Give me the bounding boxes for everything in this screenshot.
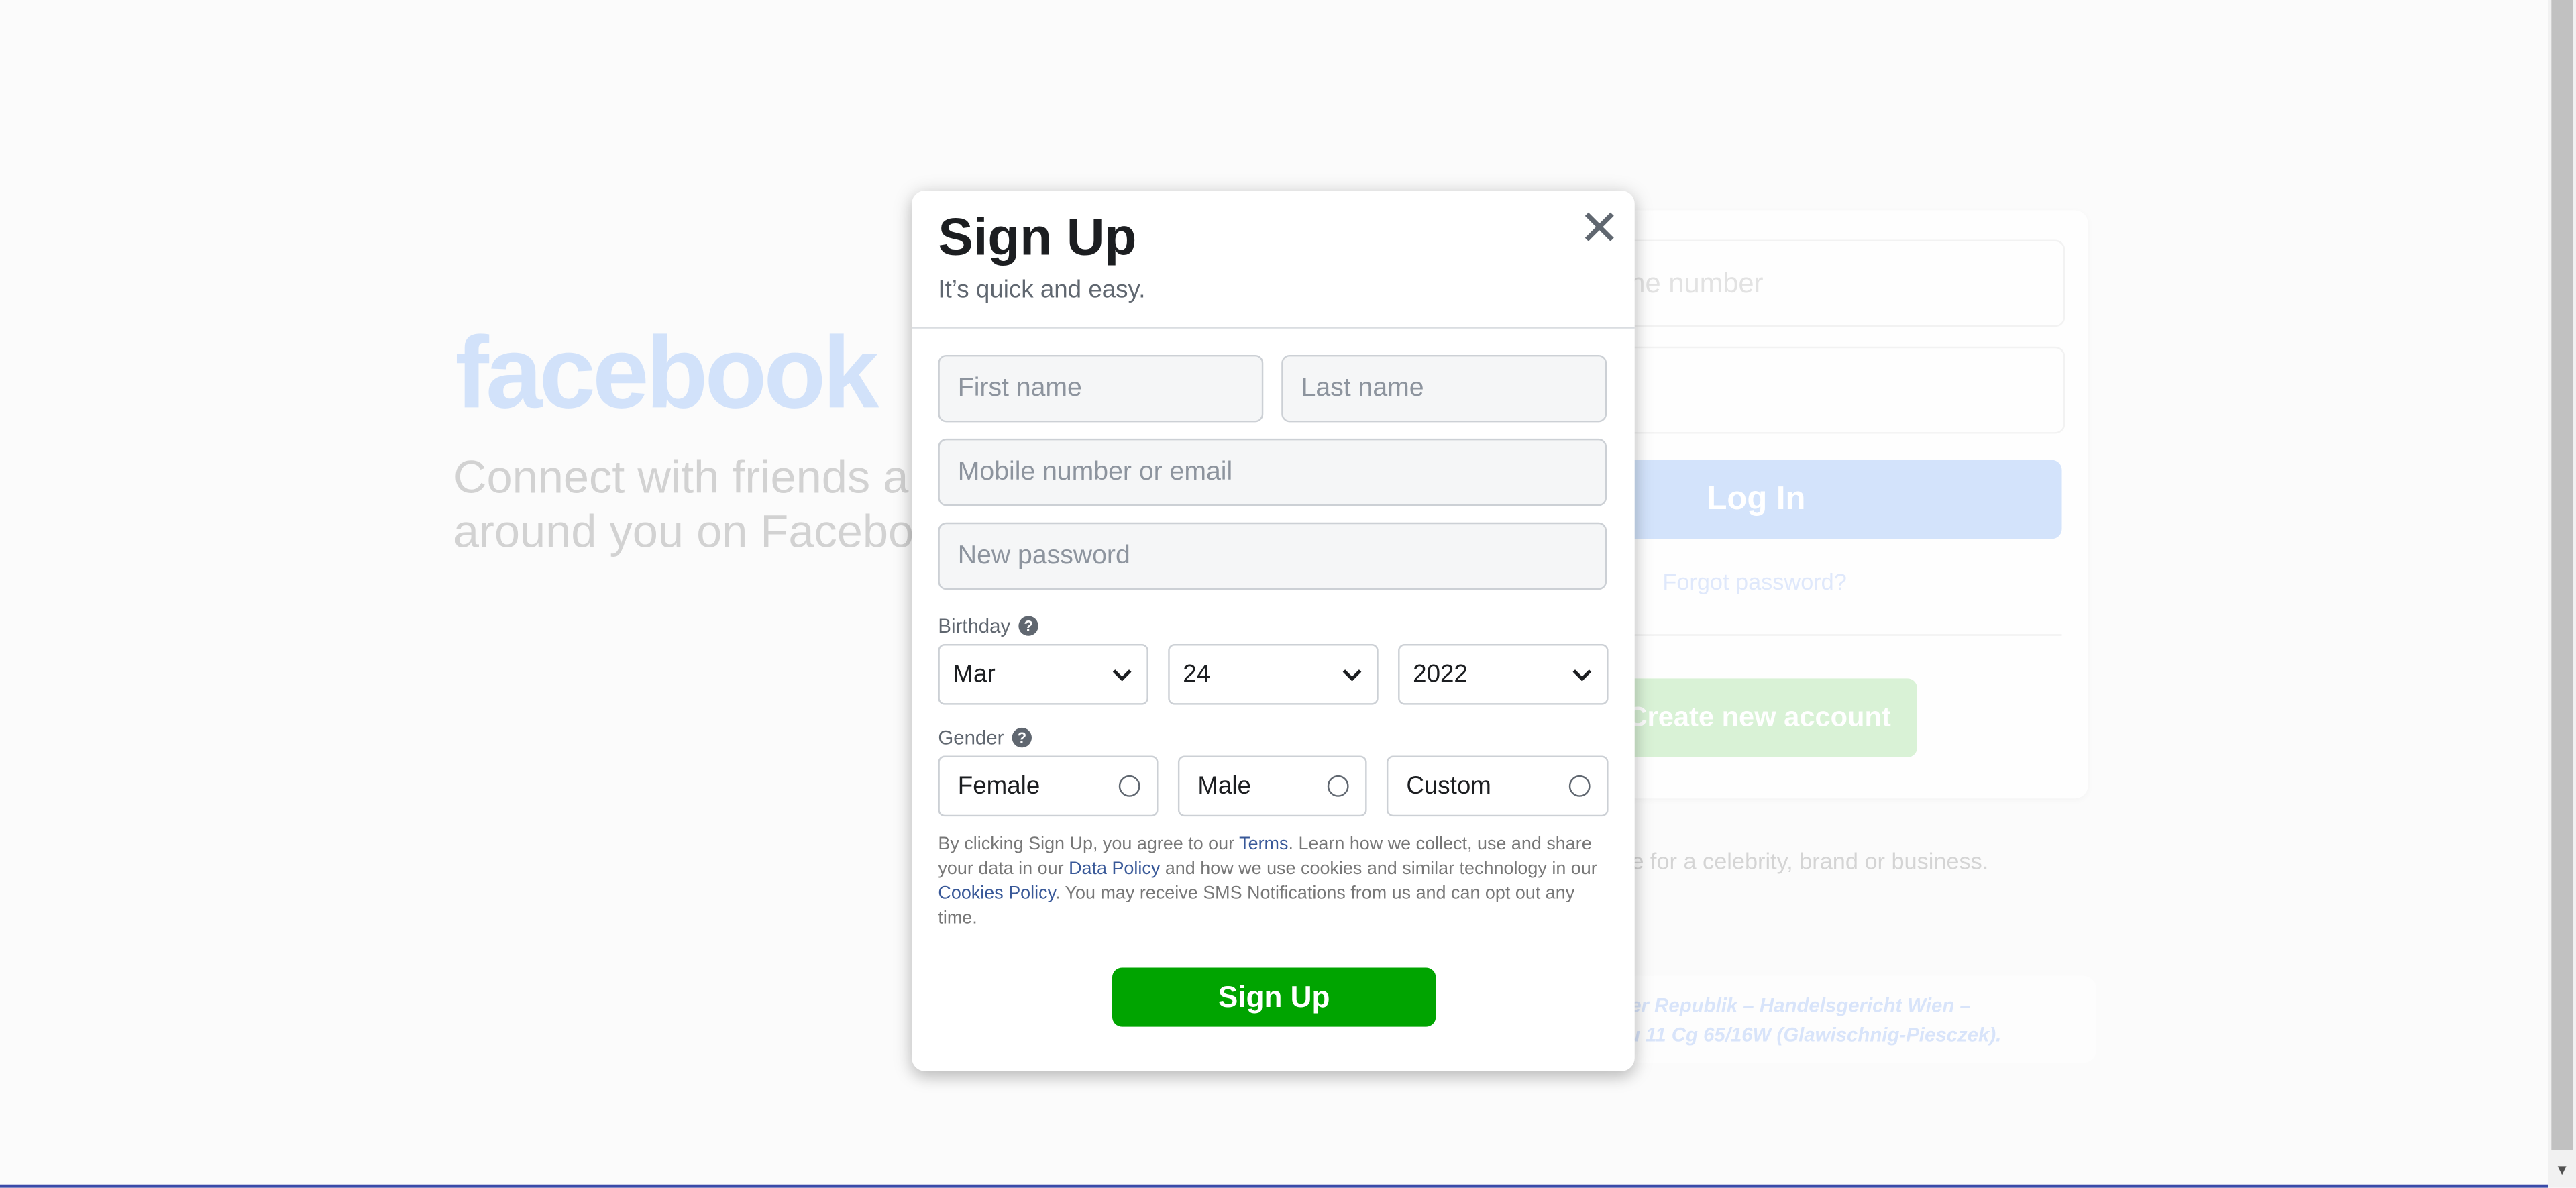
create-account-label: Create new account [1627,701,1891,733]
radio-button[interactable] [1568,775,1591,797]
birth-day-select[interactable]: 24 [1168,644,1379,705]
cookies-policy-link[interactable]: Cookies Policy [938,884,1055,904]
close-icon[interactable]: ✕ [1578,203,1620,256]
terms-link[interactable]: Terms [1239,834,1288,854]
gender-custom-option[interactable]: Custom [1386,755,1609,817]
gender-label-text: Gender [938,726,1004,749]
first-name-input[interactable] [938,354,1264,423]
birthday-label: Birthday ? [938,614,1038,637]
chevron-down-icon [1572,661,1592,681]
gender-option-label: Female [957,772,1040,800]
birth-year-select[interactable]: 2022 [1398,644,1609,705]
dialog-title: Sign Up [938,207,1137,266]
legal-text-part: By clicking Sign Up, you agree to our [938,834,1240,855]
chevron-down-icon [1112,661,1132,681]
chevron-down-icon [1342,661,1362,681]
header-divider [912,327,1635,329]
new-password-input[interactable] [938,522,1607,590]
tagline-line-2: around you on Facebo [453,506,914,557]
gender-label: Gender ? [938,726,1032,749]
signup-dialog: Sign Up It’s quick and easy. ✕ Birthday … [912,191,1635,1071]
radio-button[interactable] [1118,775,1140,797]
gender-female-option[interactable]: Female [938,755,1159,817]
month-value: Mar [953,660,996,689]
legal-notice-line-2: zu 11 Cg 65/16W (Glawischnig-Piesczek). [1618,1023,2002,1047]
scrollbar-thumb[interactable] [2551,0,2573,1150]
dialog-subtitle: It’s quick and easy. [938,276,1146,305]
create-page-text: ge for a celebrity, brand or business. [1618,847,1989,874]
sign-up-button[interactable]: Sign Up [1112,967,1436,1027]
birth-month-select[interactable]: Mar [938,644,1148,705]
login-label: Log In [1707,480,1806,517]
tagline-line-1: Connect with friends a [453,451,909,503]
mobile-or-email-input[interactable] [938,438,1607,506]
email-placeholder: ne number [1629,268,1764,299]
legal-notice-line-1: der Republik – Handelsgericht Wien – [1618,993,1971,1017]
gender-male-option[interactable]: Male [1177,755,1367,817]
legal-text-part: and how we use cookies and similar techn… [1160,859,1597,879]
birthday-label-text: Birthday [938,614,1011,638]
last-name-input[interactable] [1281,354,1607,423]
help-icon[interactable]: ? [1018,616,1038,636]
radio-button[interactable] [1327,775,1349,797]
facebook-logo: facebook [455,317,879,431]
forgot-password-link[interactable]: Forgot password? [1662,568,1846,594]
legal-text: By clicking Sign Up, you agree to our Te… [938,833,1611,932]
data-policy-link[interactable]: Data Policy [1069,859,1160,879]
help-icon[interactable]: ? [1012,727,1032,748]
gender-option-label: Male [1197,772,1251,800]
scroll-down-icon[interactable]: ▼ [2555,1161,2569,1177]
page: facebook Connect with friends a around y… [0,0,2576,1188]
day-value: 24 [1183,660,1211,689]
gender-option-label: Custom [1406,772,1491,800]
year-value: 2022 [1413,660,1468,689]
